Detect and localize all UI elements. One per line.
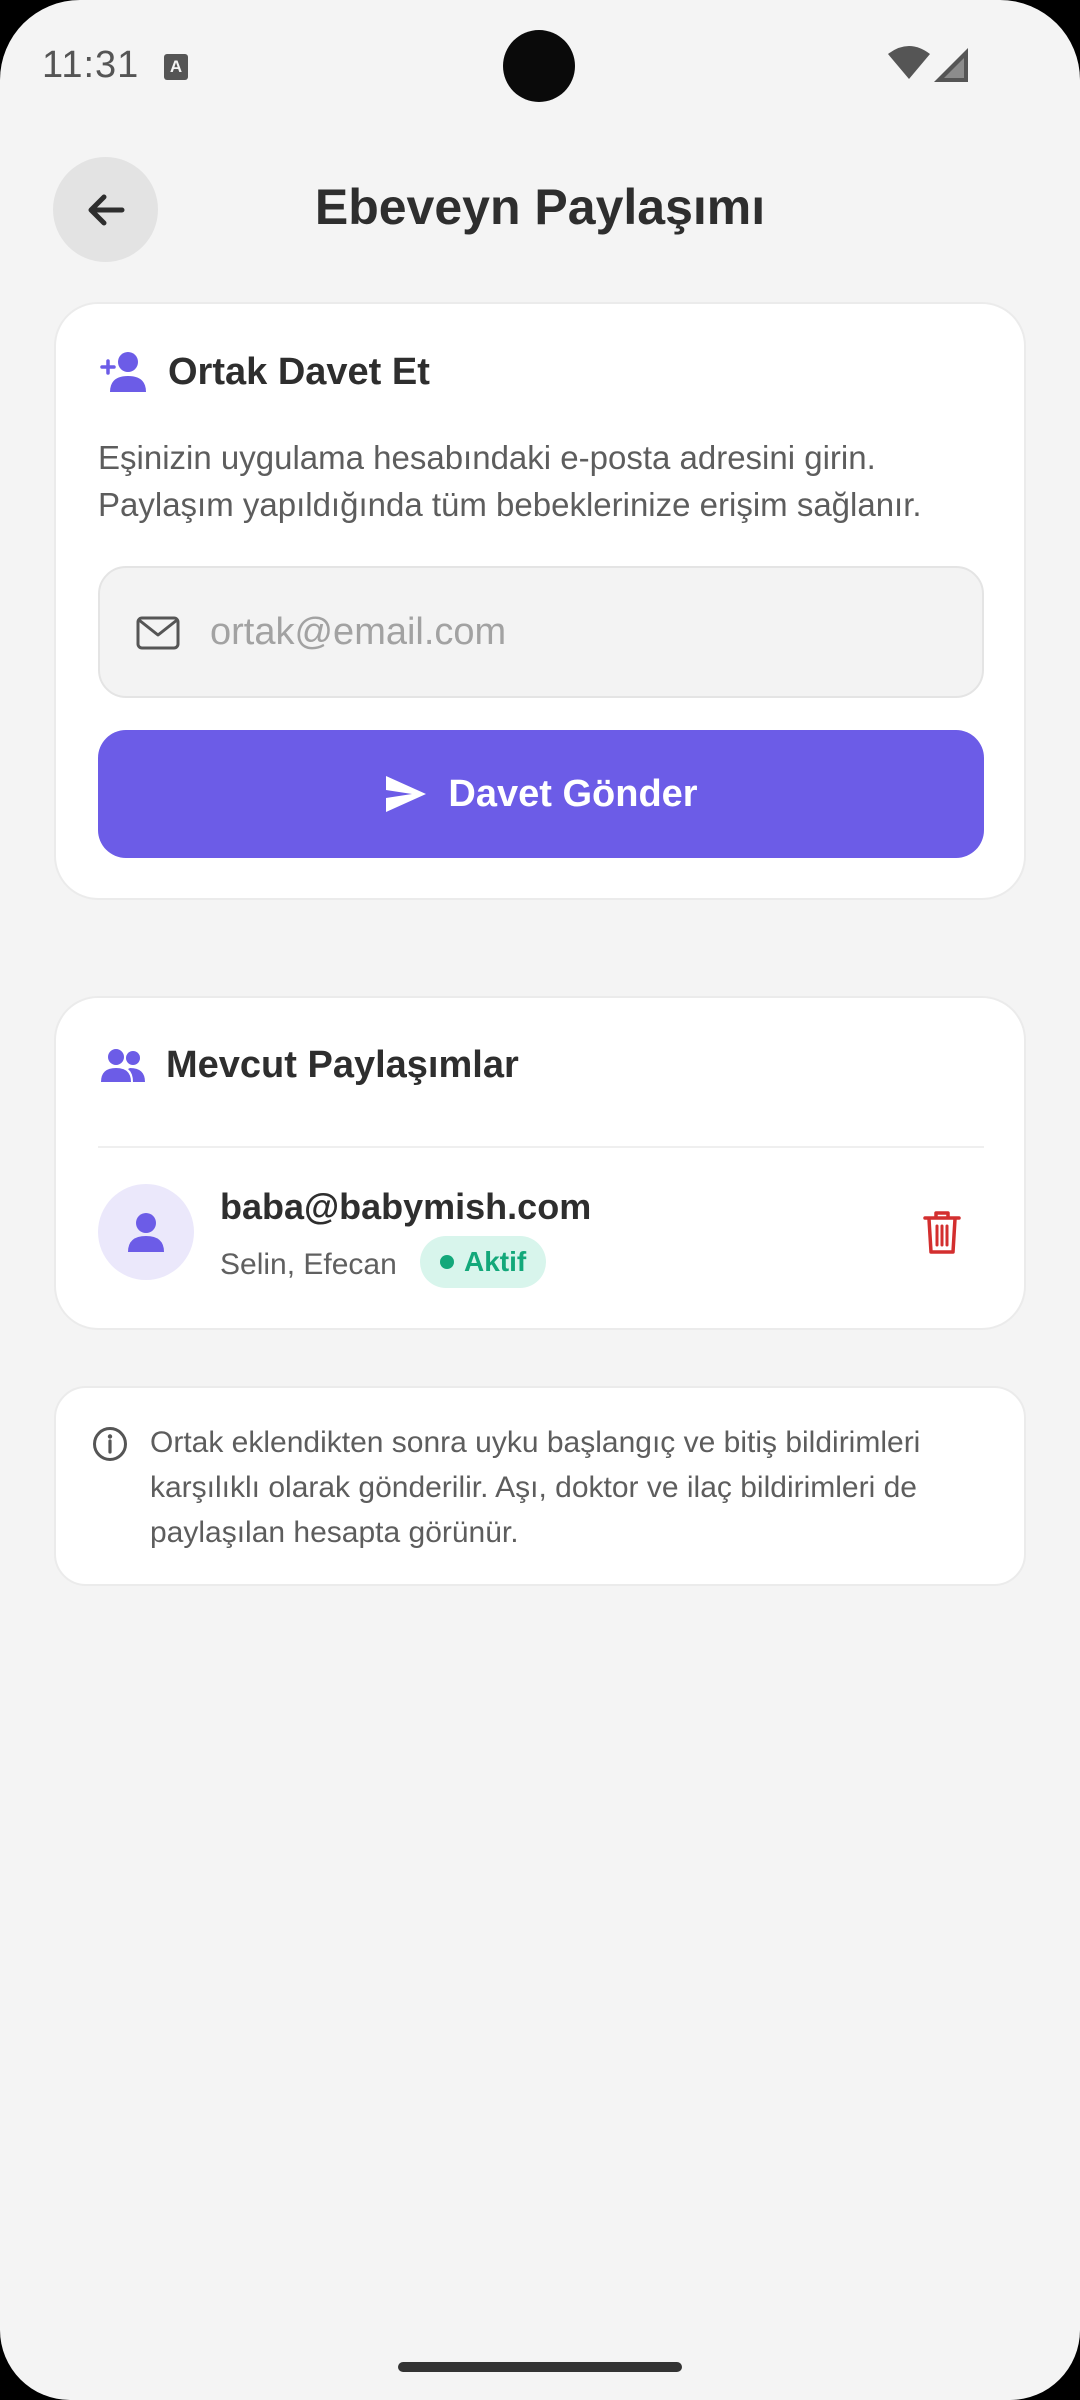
email-input[interactable] (210, 568, 950, 696)
home-indicator[interactable] (398, 2362, 682, 2372)
invite-card-header: Ortak Davet Et (100, 350, 430, 394)
wifi-icon (888, 46, 930, 79)
info-icon (93, 1427, 127, 1461)
person-add-icon (100, 352, 146, 392)
shares-card-header: Mevcut Paylaşımlar (100, 1044, 519, 1087)
app-screen: 11:31 A Ebeveyn Paylaşımı Ortak Davet Et… (0, 0, 1080, 2400)
share-list-item: baba@babymish.com Selin, Efecan Aktif (98, 1184, 984, 1288)
status-badge-label: Aktif (464, 1246, 527, 1277)
invite-card-title: Ortak Davet Et (168, 350, 430, 393)
status-time: 11:31 (42, 44, 140, 86)
trash-icon (923, 1211, 961, 1254)
info-note-card: Ortak eklendikten sonra uyku başlangıç v… (54, 1386, 1026, 1586)
status-bar: 11:31 A (0, 0, 1080, 130)
status-dot (440, 1255, 454, 1269)
send-invite-button[interactable]: Davet Gönder (98, 730, 984, 858)
info-text: Ortak eklendikten sonra uyku başlangıç v… (150, 1426, 921, 1549)
mail-icon (136, 616, 180, 650)
divider (98, 1146, 984, 1148)
page-title: Ebeveyn Paylaşımı (314, 179, 766, 235)
status-badge: Aktif (420, 1236, 547, 1288)
send-invite-label: Davet Gönder (448, 772, 698, 815)
existing-shares-card: Mevcut Paylaşımlar baba@babymish.com Sel… (54, 996, 1026, 1330)
camera-cutout (503, 30, 575, 102)
people-icon (101, 1048, 145, 1082)
avatar (98, 1184, 194, 1280)
share-email: baba@babymish.com (220, 1186, 592, 1227)
delete-share-button[interactable] (910, 1200, 974, 1264)
signal-icon (934, 48, 968, 82)
invite-partner-card: Ortak Davet Et Eşinizin uygulama hesabın… (54, 302, 1026, 900)
invite-description: Eşinizin uygulama hesabındaki e-posta ad… (98, 439, 922, 523)
send-icon (386, 776, 427, 812)
share-baby-names: Selin, Efecan (220, 1248, 397, 1281)
email-field[interactable] (98, 566, 984, 698)
notification-icon: A (164, 54, 188, 80)
person-icon (128, 1213, 164, 1252)
shares-card-title: Mevcut Paylaşımlar (166, 1044, 519, 1086)
